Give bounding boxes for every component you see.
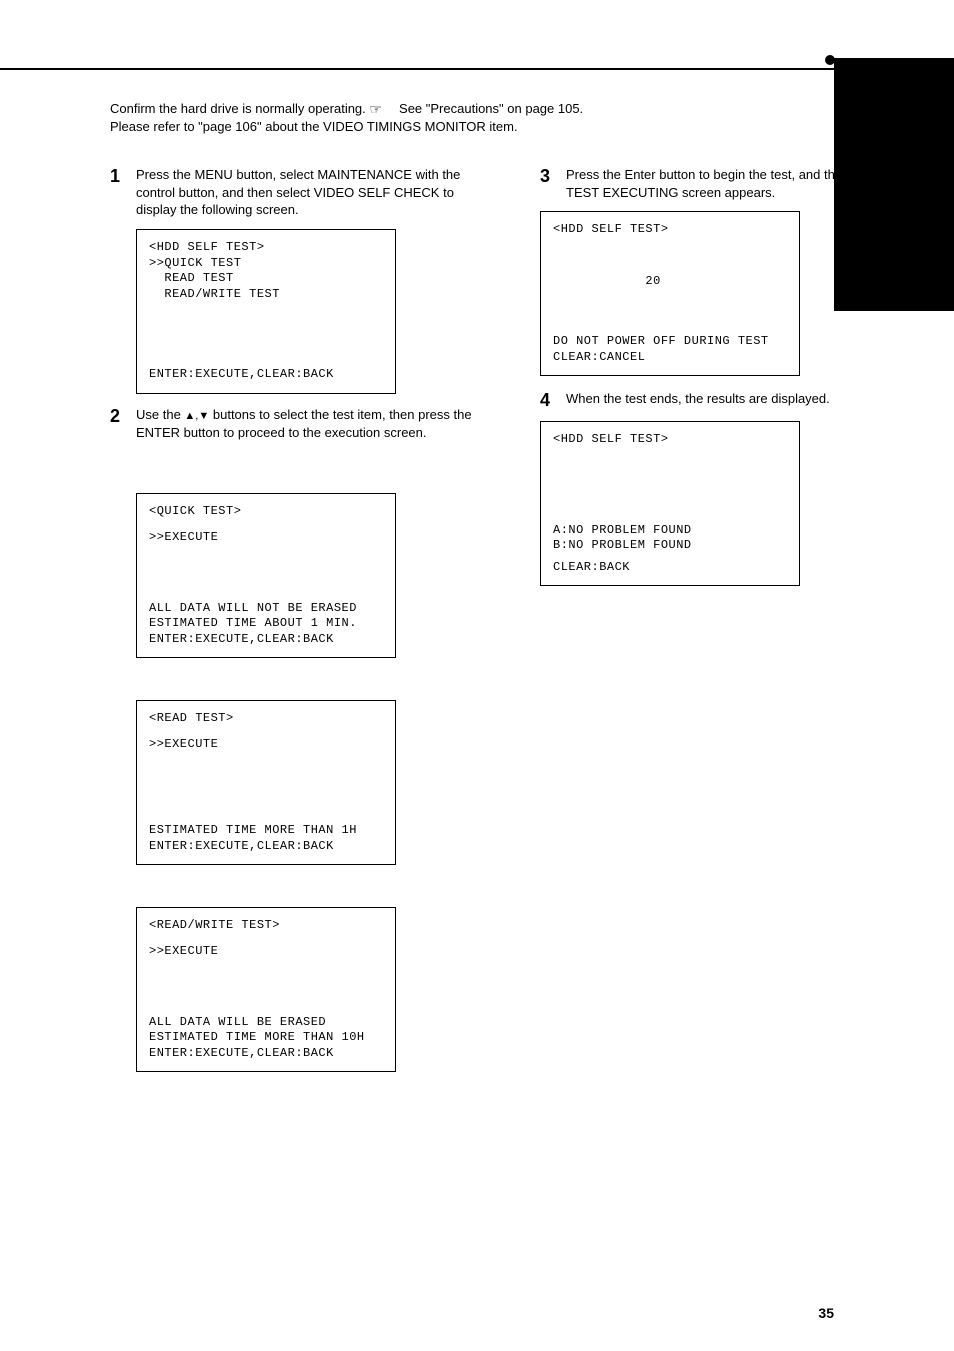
screen-line: ESTIMATED TIME ABOUT 1 MIN. <box>149 616 383 632</box>
screen-line: 20 <box>553 274 787 290</box>
step-num-3: 3 <box>540 166 560 187</box>
screen-line: CLEAR:CANCEL <box>553 350 787 366</box>
screen-line: <HDD SELF TEST> <box>553 432 787 448</box>
step-2: 2 Use the ▲,▼ buttons to select the test… <box>110 406 490 441</box>
screen-line: <QUICK TEST> <box>149 504 383 520</box>
page-number: 35 <box>818 1305 834 1321</box>
screen-line: >>EXECUTE <box>149 530 383 546</box>
screen-quick-test: <QUICK TEST> >>EXECUTE ALL DATA WILL NOT… <box>136 493 396 658</box>
screen-line: <READ/WRITE TEST> <box>149 918 383 934</box>
step-num-4: 4 <box>540 390 560 411</box>
step-1-text: Press the MENU button, select MAINTENANC… <box>136 166 490 219</box>
pointing-hand-icon <box>369 104 391 116</box>
screen-line: READ/WRITE TEST <box>149 287 383 303</box>
step-1: 1 Press the MENU button, select MAINTENA… <box>110 166 490 219</box>
screen-hdd-menu: <HDD SELF TEST> >>QUICK TEST READ TEST R… <box>136 229 396 394</box>
step-num-2: 2 <box>110 406 130 427</box>
screen-readwrite-test: <READ/WRITE TEST> >>EXECUTE ALL DATA WIL… <box>136 907 396 1072</box>
step2-a: Use the <box>136 407 184 422</box>
intro-line2: Please refer to "page 106" about the VID… <box>110 119 518 134</box>
screen-line: ENTER:EXECUTE,CLEAR:BACK <box>149 839 383 855</box>
screen-read-test: <READ TEST> >>EXECUTE ESTIMATED TIME MOR… <box>136 700 396 865</box>
intro-line1a: Confirm the hard drive is normally opera… <box>110 101 366 116</box>
screen-line: ENTER:EXECUTE,CLEAR:BACK <box>149 367 383 383</box>
screen-line: A:NO PROBLEM FOUND <box>553 523 787 539</box>
screen-test-result: <HDD SELF TEST> A:NO PROBLEM FOUND B:NO … <box>540 421 800 586</box>
screen-line: >>QUICK TEST <box>149 256 383 272</box>
screen-line: ENTER:EXECUTE,CLEAR:BACK <box>149 632 383 648</box>
screen-line: <HDD SELF TEST> <box>553 222 787 238</box>
step-4: 4 When the test ends, the results are di… <box>540 390 860 411</box>
screen-line: READ TEST <box>149 271 383 287</box>
step-3: 3 Press the Enter button to begin the te… <box>540 166 860 201</box>
step-3-text: Press the Enter button to begin the test… <box>566 166 860 201</box>
screen-line: B:NO PROBLEM FOUND <box>553 538 787 554</box>
arrow-up-down-icon: ▲,▼ <box>184 410 209 422</box>
step-num-1: 1 <box>110 166 130 187</box>
screen-line: ENTER:EXECUTE,CLEAR:BACK <box>149 1046 383 1062</box>
screen-line: ESTIMATED TIME MORE THAN 1H <box>149 823 383 839</box>
step-2-text: Use the ▲,▼ buttons to select the test i… <box>136 406 490 441</box>
intro-line1b: See "Precautions" on page 105. <box>399 101 583 116</box>
screen-line: <HDD SELF TEST> <box>149 240 383 256</box>
screen-line: >>EXECUTE <box>149 944 383 960</box>
screen-test-progress: <HDD SELF TEST> 20 DO NOT POWER OFF DURI… <box>540 211 800 376</box>
screen-line: ALL DATA WILL NOT BE ERASED <box>149 601 383 617</box>
screen-line: CLEAR:BACK <box>553 560 787 576</box>
screen-line: DO NOT POWER OFF DURING TEST <box>553 334 787 350</box>
screen-line: <READ TEST> <box>149 711 383 727</box>
step-4-text: When the test ends, the results are disp… <box>566 390 830 408</box>
screen-line: ALL DATA WILL BE ERASED <box>149 1015 383 1031</box>
screen-line: ESTIMATED TIME MORE THAN 10H <box>149 1030 383 1046</box>
screen-line: >>EXECUTE <box>149 737 383 753</box>
